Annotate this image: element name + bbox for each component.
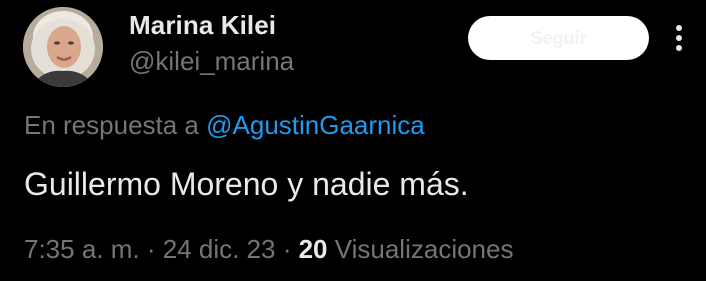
author-display-name[interactable]: Marina Kilei bbox=[129, 10, 276, 41]
tweet-metadata: 7:35 a. m. · 24 dic. 23 · 20 Visualizaci… bbox=[24, 234, 513, 265]
tweet-time[interactable]: 7:35 a. m. bbox=[24, 234, 140, 264]
follow-button[interactable]: Seguir bbox=[468, 16, 649, 60]
reply-context: En respuesta a @AgustinGaarnica bbox=[24, 110, 425, 141]
tweet-date[interactable]: 24 dic. 23 bbox=[163, 234, 276, 264]
meta-separator: · bbox=[139, 234, 163, 264]
reply-mention-link[interactable]: @AgustinGaarnica bbox=[206, 110, 425, 140]
author-handle[interactable]: @kilei_marina bbox=[129, 46, 294, 77]
more-options-button[interactable] bbox=[664, 18, 694, 58]
avatar-image bbox=[23, 7, 103, 87]
meta-separator: · bbox=[275, 234, 299, 264]
avatar[interactable] bbox=[23, 7, 103, 87]
views-label: Visualizaciones bbox=[327, 234, 514, 264]
tweet-text: Guillermo Moreno y nadie más. bbox=[24, 166, 469, 202]
reply-prefix: En respuesta a bbox=[24, 110, 207, 140]
follow-button-label: Seguir bbox=[530, 27, 587, 48]
tweet: Marina Kilei @kilei_marina Seguir En res… bbox=[0, 0, 706, 281]
more-vertical-icon bbox=[676, 25, 682, 51]
views-count: 20 bbox=[298, 234, 328, 264]
